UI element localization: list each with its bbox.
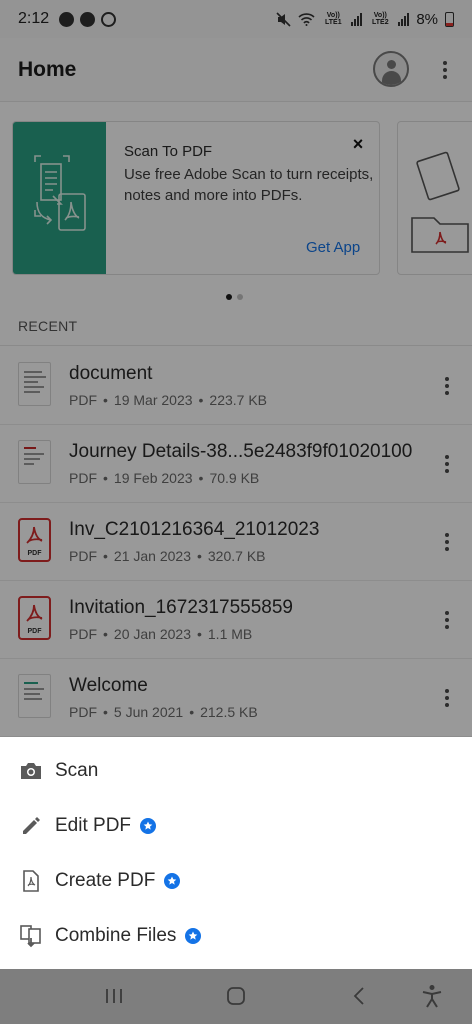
create-pdf-label: Create PDF bbox=[55, 869, 156, 891]
pencil-icon bbox=[18, 813, 44, 839]
edit-pdf-action[interactable]: Edit PDF bbox=[0, 798, 472, 853]
accessibility-icon[interactable] bbox=[420, 983, 444, 1009]
action-bottom-sheet: Scan Edit PDF Create PDF Combine Files bbox=[0, 737, 472, 969]
scan-label: Scan bbox=[55, 759, 99, 781]
scan-action[interactable]: Scan bbox=[0, 743, 472, 798]
system-nav-bar bbox=[0, 969, 472, 1024]
combine-files-label: Combine Files bbox=[55, 924, 177, 946]
premium-star-icon bbox=[185, 927, 202, 944]
combine-files-icon bbox=[18, 923, 44, 949]
premium-star-icon bbox=[164, 872, 181, 889]
home-icon[interactable] bbox=[224, 983, 248, 1009]
combine-files-action[interactable]: Combine Files bbox=[0, 908, 472, 963]
create-pdf-action[interactable]: Create PDF bbox=[0, 853, 472, 908]
edit-pdf-label: Edit PDF bbox=[55, 814, 132, 836]
back-icon[interactable] bbox=[349, 983, 369, 1009]
recent-apps-icon[interactable] bbox=[103, 983, 125, 1009]
premium-star-icon bbox=[140, 817, 157, 834]
create-pdf-icon bbox=[18, 868, 44, 894]
camera-icon bbox=[18, 758, 44, 784]
